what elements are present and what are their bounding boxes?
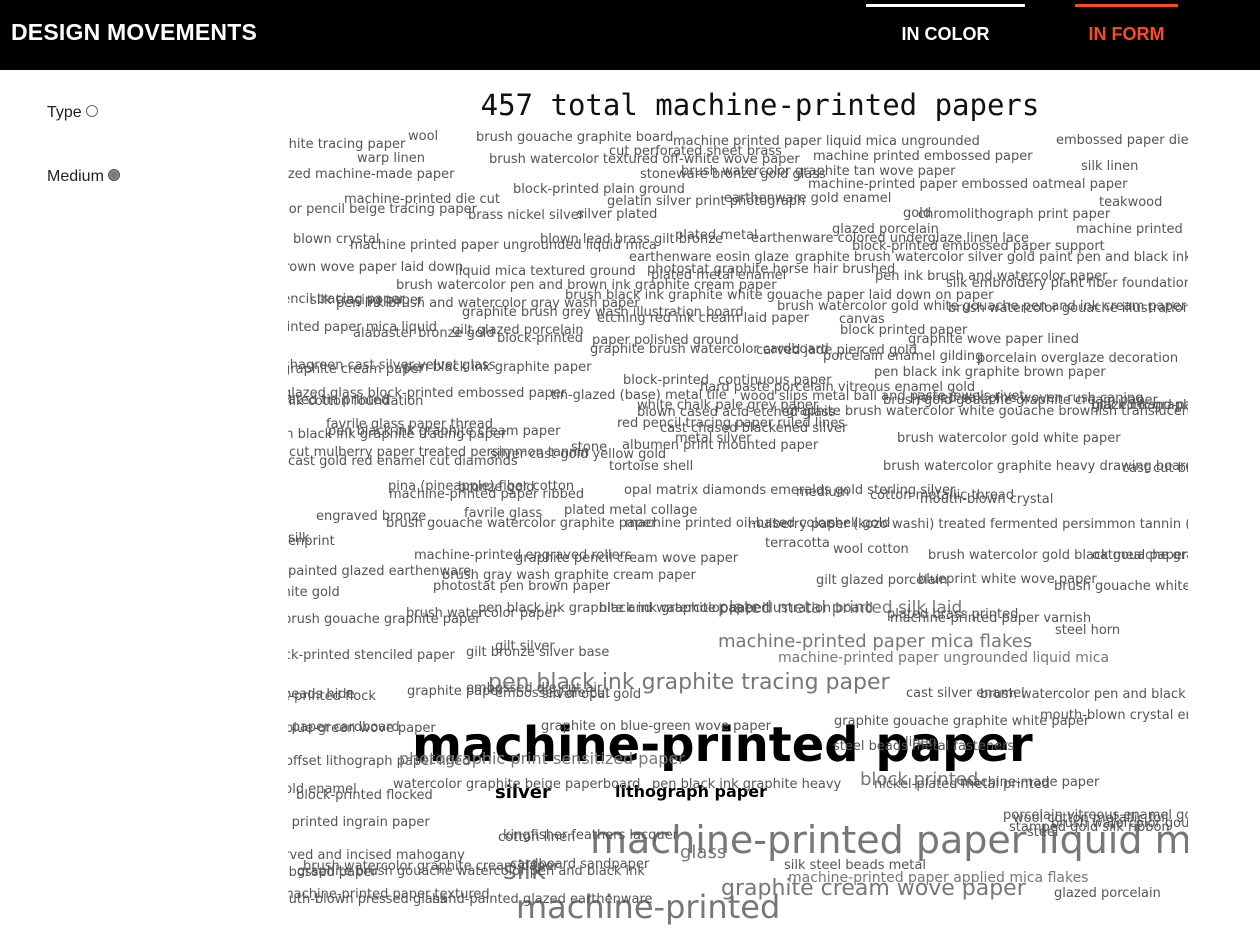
cloud-word[interactable]: porcelain enamel gilding <box>823 350 983 363</box>
cloud-word[interactable]: graphite gouache graphite white paper <box>834 715 1089 728</box>
cloud-word[interactable]: liquid mica textured ground <box>455 265 636 278</box>
cloud-word[interactable]: silver plated <box>577 208 657 221</box>
tab-in-color[interactable]: IN COLOR <box>866 0 1025 70</box>
cloud-word[interactable]: wool cotton <box>833 543 909 556</box>
cloud-word[interactable]: glass <box>680 844 726 862</box>
cloud-word[interactable]: block-printed flock <box>288 690 376 703</box>
tab-indicator <box>866 4 1025 7</box>
cloud-word[interactable]: hand-painted glazed earthenware <box>432 893 653 906</box>
cloud-word[interactable]: plated metal enamel <box>651 269 786 282</box>
tab-in-form[interactable]: IN FORM <box>1075 0 1178 70</box>
cloud-word[interactable]: cast cut brass <box>1122 462 1188 475</box>
cloud-word[interactable]: black ink graphite paper illustration bo… <box>599 602 873 615</box>
cloud-word[interactable]: carved and incised mahogany <box>288 849 465 862</box>
cloud-word[interactable]: glazed machine-made paper <box>288 168 454 181</box>
cloud-word[interactable]: alabaster bronze gold <box>353 327 495 340</box>
cloud-word[interactable]: pen black ink graphite cream paper <box>328 425 560 438</box>
cloud-word[interactable]: blown lead brass gilt bronze <box>540 233 723 246</box>
cloud-word[interactable]: chromolithograph print paper <box>918 208 1110 221</box>
cloud-word[interactable]: brass nickel silver <box>468 209 584 222</box>
cloud-word[interactable]: machine-printed paper applied mica flake… <box>788 871 1088 885</box>
cloud-word[interactable]: cotton linen <box>498 831 575 844</box>
cloud-title: 457 total machine-printed papers <box>480 88 1040 122</box>
cloud-word[interactable]: cardboard sandpaper <box>510 858 649 871</box>
cloud-word[interactable]: block-printed flocked <box>296 789 433 802</box>
cloud-word[interactable]: color pencil beige tracing paper <box>288 203 477 216</box>
cloud-word[interactable]: brush gouache graphite board <box>476 131 673 144</box>
cloud-word[interactable]: pen black ink graphite paper <box>404 361 591 374</box>
cloud-word[interactable]: mouth-blown crystal <box>920 493 1053 506</box>
cloud-word[interactable]: brush watercolor gold white paper <box>897 432 1121 445</box>
cloud-word[interactable]: machine-printed paper embossed oatmeal p… <box>808 178 1127 191</box>
top-navigation-bar: DESIGN MOVEMENTS IN COLOR IN FORM <box>0 0 1260 70</box>
cloud-word[interactable]: machine-printed paper mica flakes <box>718 633 1032 651</box>
type-radio[interactable] <box>85 105 98 117</box>
cloud-word[interactable]: wool <box>408 130 438 143</box>
cloud-word[interactable]: porcelain overglaze decoration <box>977 352 1178 365</box>
medium-option[interactable]: Medium <box>47 168 120 186</box>
cloud-word[interactable]: block-printed <box>497 332 583 345</box>
cloud-word[interactable]: brush watercolor pen and black ink color… <box>980 688 1188 701</box>
cloud-word[interactable]: embossed paper <box>288 866 377 879</box>
cloud-word[interactable]: machine-printed paper ungrounded liquid … <box>778 651 1109 665</box>
cloud-word[interactable]: mulberry paper (kozo washi) treated ferm… <box>748 518 1188 531</box>
tab-indicator <box>1075 4 1178 7</box>
cloud-word[interactable]: graphite on blue-green wove paper <box>541 720 771 733</box>
cloud-word[interactable]: steel horn <box>1055 624 1120 637</box>
cloud-word[interactable]: cast gold red enamel cut diamonds <box>288 455 518 468</box>
cloud-word[interactable]: embossed die cut air <box>466 682 602 695</box>
cloud-word[interactable]: etching red ink cream laid paper <box>597 312 809 325</box>
cloud-word[interactable]: brush gouache white paper <box>1054 580 1188 593</box>
cloud-word[interactable]: brown wove paper laid down <box>288 261 463 274</box>
cloud-word[interactable]: photostat pen brown paper <box>433 580 610 593</box>
cloud-word[interactable]: steel beads metal fasteners <box>833 740 1014 753</box>
cloud-word[interactable]: nickel-plated metal printed <box>874 778 1050 791</box>
cloud-word[interactable]: earthenware gold enamel <box>724 192 891 205</box>
cloud-word[interactable]: white tracing paper <box>288 138 405 151</box>
cloud-word[interactable]: silk linen <box>1081 160 1138 173</box>
word-cloud: machine-printed paper machine-printed pap… <box>288 126 1188 939</box>
cloud-word[interactable]: glazed porcelain <box>1054 887 1161 900</box>
cloud-word[interactable]: machine printed paper mica <box>1076 223 1188 236</box>
cloud-word[interactable]: mouth-blown pressed glass <box>288 893 446 906</box>
type-label: Type <box>47 104 82 121</box>
cloud-word[interactable]: machine printed embossed paper <box>813 150 1033 163</box>
cloud-word[interactable]: silk paper cardboard <box>288 721 400 734</box>
cloud-word[interactable]: gilt bronze silver base <box>466 646 609 659</box>
tab-label: IN COLOR <box>901 24 990 44</box>
cloud-word[interactable]: block-printed <box>623 374 709 387</box>
cloud-word[interactable]: embossed paper die cut <box>1056 134 1188 147</box>
cloud-word[interactable]: terracotta <box>765 537 830 550</box>
cloud-word[interactable]: graphite wove paper lined <box>908 333 1079 346</box>
cloud-word[interactable]: medium <box>796 486 849 499</box>
cloud-word[interactable]: photographic print sensitized paper <box>399 751 685 767</box>
medium-radio[interactable] <box>107 169 120 181</box>
cloud-word[interactable]: brush gouache graphite paper <box>288 613 481 626</box>
cloud-word[interactable]: oatmeal paper <box>1092 549 1187 562</box>
cloud-word[interactable]: brush gouache watercolor graphite paper <box>386 517 657 530</box>
cloud-word[interactable]: block printed ingrain paper <box>288 816 430 829</box>
cloud-word[interactable]: wool cotton metallic foil <box>1013 812 1169 825</box>
cloud-word[interactable]: tortoise shell <box>609 460 693 473</box>
cloud-word[interactable]: pen black ink graphite brown paper <box>874 366 1106 379</box>
cloud-word[interactable]: machine-printed paper ribbed <box>389 488 584 501</box>
cloud-word[interactable]: pen black ink graphite heavy <box>652 778 841 791</box>
type-option[interactable]: Type <box>47 104 98 122</box>
cloud-word[interactable]: white gold <box>288 586 340 599</box>
cloud-word[interactable]: graphite brush watercolor white gouache … <box>786 405 1188 418</box>
cloud-word[interactable]: screenprint <box>288 535 335 548</box>
tab-label: IN FORM <box>1088 24 1165 44</box>
cloud-word[interactable]: plated tin printed <box>288 394 389 407</box>
cloud-word[interactable]: warp linen <box>357 152 425 165</box>
cloud-word[interactable]: brush watercolor gouache illustration <box>948 302 1188 315</box>
medium-label: Medium <box>47 168 104 185</box>
cloud-word[interactable]: graphite pencil cream wove paper <box>515 552 738 565</box>
cloud-word[interactable]: block-printed stenciled paper <box>288 649 455 662</box>
site-title[interactable]: DESIGN MOVEMENTS <box>11 19 257 46</box>
cloud-word[interactable]: shell gold <box>828 517 890 530</box>
cloud-word[interactable]: steel <box>1027 826 1058 839</box>
